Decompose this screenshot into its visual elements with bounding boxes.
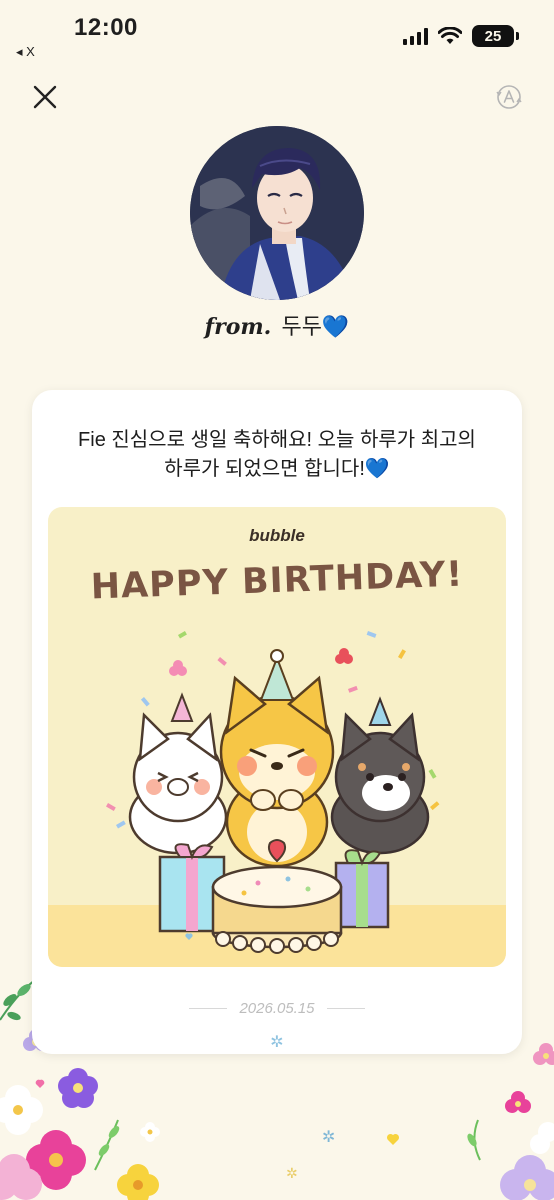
black-dog — [330, 696, 430, 855]
sender-line: from. 두두💙 — [0, 309, 554, 341]
date-divider-right — [326, 1008, 365, 1009]
white-dog — [128, 692, 228, 855]
cellular-signal-icon — [403, 27, 428, 45]
close-button[interactable] — [30, 82, 60, 112]
sticker-brand: bubble — [249, 526, 305, 545]
back-to-app-link[interactable]: ◂ X — [16, 44, 35, 60]
birthday-sticker[interactable]: bubble HAPPY BIRTHDAY! — [48, 507, 506, 967]
wifi-icon — [438, 27, 462, 44]
card-date: 2026.05.15 — [32, 1000, 522, 1017]
sender-name: 두두💙 — [281, 314, 350, 339]
date-divider-left — [189, 1008, 228, 1009]
date-text: 2026.05.15 — [239, 1000, 315, 1017]
translate-button[interactable] — [494, 82, 524, 112]
status-bar: 12:00 ◂ X 25 — [0, 0, 554, 64]
message-line-1: Fie 진심으로 생일 축하해요! 오늘 하루가 최고의 — [78, 429, 476, 451]
shiba-dog — [219, 649, 335, 868]
svg-text:✲: ✲ — [322, 1127, 335, 1146]
message-text: Fie 진심으로 생일 축하해요! 오늘 하루가 최고의 하루가 되었으면 합니… — [52, 426, 502, 484]
message-line-2: 하루가 되었으면 합니다!💙 — [164, 458, 390, 480]
battery-indicator: 25 — [472, 25, 519, 47]
birthday-message-card: Fie 진심으로 생일 축하해요! 오늘 하루가 최고의 하루가 되었으면 합니… — [32, 390, 522, 1054]
status-time: 12:00 — [74, 14, 138, 41]
from-label: from. — [204, 314, 272, 340]
sender-avatar[interactable] — [190, 126, 364, 300]
svg-text:✲: ✲ — [286, 1166, 298, 1182]
sparkle-icon: ✲ — [270, 1034, 284, 1051]
avatar-illustration — [190, 126, 364, 300]
translate-icon — [496, 85, 522, 109]
close-icon — [33, 85, 57, 109]
status-icons: 25 — [403, 25, 519, 47]
